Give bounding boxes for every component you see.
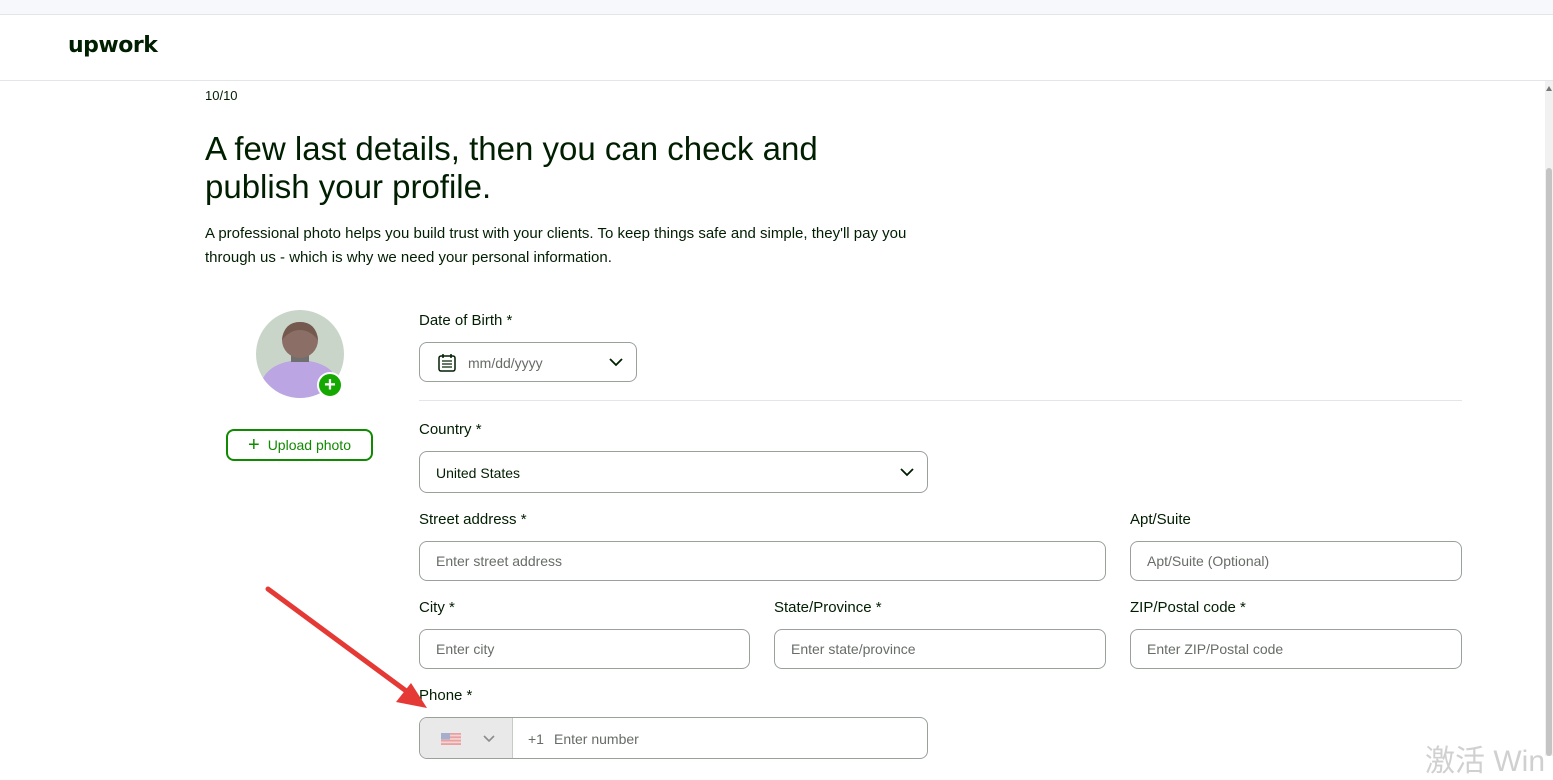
zip-field-wrap <box>1130 629 1462 669</box>
apt-suite-input[interactable] <box>1131 542 1461 580</box>
add-photo-icon[interactable]: + <box>317 372 343 398</box>
city-label: City * <box>419 599 455 616</box>
section-divider <box>419 400 1462 401</box>
upload-photo-label: Upload photo <box>267 437 351 453</box>
page-description: A professional photo helps you build tru… <box>205 225 907 266</box>
apt-field-wrap <box>1130 541 1462 581</box>
chevron-down-icon <box>609 358 623 367</box>
state-label: State/Province * <box>774 599 882 616</box>
phone-label: Phone * <box>419 687 473 704</box>
dob-label: Date of Birth * <box>419 312 513 329</box>
calendar-icon <box>438 354 456 372</box>
page-title: A few last details, then you can check a… <box>205 130 818 205</box>
street-address-input[interactable] <box>420 542 1105 580</box>
city-field-wrap <box>419 629 750 669</box>
country-code-select[interactable] <box>420 718 513 758</box>
city-input[interactable] <box>420 630 749 668</box>
zip-label: ZIP/Postal code * <box>1130 599 1246 616</box>
us-flag-icon <box>441 733 461 745</box>
country-select[interactable]: United States <box>419 451 928 493</box>
dob-placeholder: mm/dd/yyyy <box>468 355 543 371</box>
street-field-wrap <box>419 541 1106 581</box>
street-label: Street address * <box>419 511 527 528</box>
country-label: Country * <box>419 421 482 438</box>
chevron-down-icon <box>483 735 495 743</box>
country-value: United States <box>436 465 521 481</box>
state-province-input[interactable] <box>775 630 1105 668</box>
upwork-logo[interactable]: upwork <box>68 33 158 58</box>
dial-code: +1 <box>528 731 544 747</box>
scroll-up-arrow-icon[interactable] <box>1546 86 1552 91</box>
apt-label: Apt/Suite <box>1130 511 1191 528</box>
phone-field: +1 Enter number <box>419 717 928 759</box>
zip-postal-input[interactable] <box>1131 630 1461 668</box>
site-header: upwork <box>0 15 1553 81</box>
dob-picker[interactable]: mm/dd/yyyy <box>419 342 637 382</box>
scrollbar-thumb[interactable] <box>1546 168 1552 756</box>
browser-top-strip <box>0 0 1553 15</box>
annotation-arrow-icon <box>265 586 427 708</box>
step-counter: 10/10 <box>205 88 238 103</box>
plus-icon: + <box>248 434 260 456</box>
avatar[interactable]: + <box>256 310 344 398</box>
chevron-down-icon <box>900 468 914 477</box>
state-field-wrap <box>774 629 1106 669</box>
phone-number-input[interactable]: Enter number <box>554 731 639 747</box>
activation-watermark: 激活 Win <box>1425 745 1545 778</box>
upload-photo-button[interactable]: + Upload photo <box>226 429 373 461</box>
